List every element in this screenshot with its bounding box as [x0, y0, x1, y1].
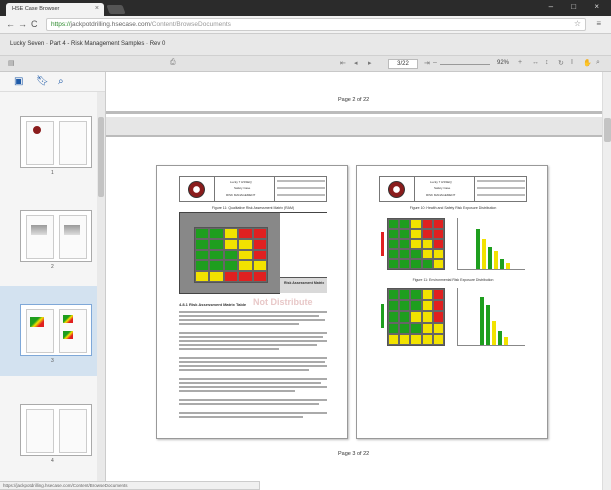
env-risk-matrix	[387, 288, 445, 346]
previous-page-bottom: Page 2 of 22	[106, 72, 602, 114]
page-caption-current: Page 3 of 22	[338, 451, 370, 457]
next-page-icon[interactable]: ▸	[368, 59, 372, 67]
sidebar-scroll-thumb[interactable]	[98, 117, 104, 197]
browser-menu-icon[interactable]: ≡	[596, 19, 601, 28]
header-sub1: Safety Case	[434, 186, 451, 190]
header-sub2: RISK MANAGEMENT	[226, 193, 256, 197]
url-path: /Content/BrowseDocuments	[150, 21, 231, 28]
zoom-out-icon[interactable]: –	[433, 59, 437, 66]
fit-width-icon[interactable]: ↔	[532, 59, 539, 66]
status-bar-url: https://jackpotdrilling.hsecase.com/Cont…	[0, 481, 260, 490]
hand-tool-icon[interactable]: ✋	[583, 59, 592, 67]
thumbnail-sidebar: ▣ 🔖︎ ⌕ 1 2 3 4	[0, 72, 106, 490]
browser-tab[interactable]: HSE Case Browser ×	[6, 3, 104, 16]
new-tab-button[interactable]	[106, 5, 126, 14]
tab-title: HSE Case Browser	[12, 6, 60, 12]
bookmark-icon[interactable]: 🔖︎	[36, 76, 49, 87]
url-input[interactable]: https://jackpotdrilling.hsecase.com/Cont…	[46, 18, 586, 31]
url-host: jackpotdrilling.hsecase.com	[70, 21, 150, 28]
matrix-axis-label	[381, 232, 384, 256]
hs-bar-chart	[457, 218, 525, 270]
thumbnail-label-3: 3	[51, 358, 54, 364]
thumbnail-page-3[interactable]	[20, 304, 92, 356]
address-bar-row: ← → C https://jackpotdrilling.hsecase.co…	[0, 16, 611, 34]
figure-caption-left: Figure 11: Qualitative Risk Assessment M…	[211, 206, 295, 210]
thumbnail-label-2: 2	[51, 264, 54, 270]
header-sub2: RISK MANAGEMENT	[426, 193, 456, 197]
thumbnail-page-1[interactable]	[20, 116, 92, 168]
watermark-text: Not Distribute	[253, 297, 313, 307]
browser-tab-strip: HSE Case Browser × – □ ×	[0, 0, 611, 16]
reload-icon[interactable]: C	[31, 19, 38, 29]
url-scheme: https://	[51, 21, 71, 28]
page-number-input[interactable]: 3/22	[388, 59, 418, 69]
image-icon[interactable]: ▣	[14, 76, 23, 87]
header-sub1: Safety Case	[234, 186, 251, 190]
header-company: Lucky 7 HSSEQ	[430, 180, 452, 184]
search-doc-icon[interactable]: ⌕	[596, 59, 600, 67]
figure-caption-1: Figure 10: Health and Safety Risk Exposu…	[409, 206, 497, 210]
figure-caption-2: Figure 11: Environmental Risk Exposure D…	[412, 278, 494, 282]
env-bar-chart	[457, 288, 525, 346]
forward-icon[interactable]: →	[18, 19, 27, 29]
document-page-right: Lucky 7 HSSEQ Safety Case RISK MANAGEMEN…	[356, 165, 548, 439]
zoom-in-icon[interactable]: +	[518, 59, 522, 66]
risk-matrix-table: Risk Assessment Matrix	[179, 212, 327, 294]
viewer-scrollbar[interactable]	[602, 72, 611, 490]
select-tool-icon[interactable]: I	[571, 59, 573, 66]
page-caption-previous: Page 2 of 22	[338, 97, 370, 103]
fit-page-icon[interactable]: ↕	[545, 59, 549, 66]
document-title: Lucky Seven · Part 4 - Risk Management S…	[10, 41, 166, 47]
viewer-scroll-thumb[interactable]	[604, 118, 611, 142]
thumbnail-page-2[interactable]	[20, 210, 92, 262]
header-company: Lucky 7 HSSEQ	[230, 180, 252, 184]
tab-close-icon[interactable]: ×	[95, 5, 99, 12]
document-viewer[interactable]: Page 2 of 22 Lucky 7 HSSEQ Safety Case R…	[106, 72, 611, 490]
print-icon[interactable]: ⎙	[170, 59, 176, 67]
prev-page-icon[interactable]: ◂	[354, 59, 358, 67]
thumbnail-page-4[interactable]	[20, 404, 92, 456]
sidebar-tools: ▣ 🔖︎ ⌕	[0, 72, 105, 92]
thumbnail-label-1: 1	[51, 170, 54, 176]
page-header-left: Lucky 7 HSSEQ Safety Case RISK MANAGEMEN…	[179, 176, 327, 202]
matrix-axis-label	[381, 304, 384, 328]
window-controls[interactable]: – □ ×	[549, 2, 607, 11]
hs-risk-matrix	[387, 218, 445, 270]
zoom-slider[interactable]	[440, 64, 490, 65]
zoom-level[interactable]: 92%	[497, 60, 509, 66]
back-icon[interactable]: ←	[6, 19, 15, 29]
search-icon[interactable]: ⌕	[58, 76, 64, 87]
company-logo	[188, 181, 205, 198]
section-heading: 4.8.1 Risk Assessment Matrix Table	[179, 302, 247, 307]
last-page-icon[interactable]: ⇥	[424, 59, 430, 67]
first-page-icon[interactable]: ⇤	[340, 59, 346, 67]
company-logo	[388, 181, 405, 198]
sidebar-toggle-icon[interactable]: ▤	[8, 59, 15, 67]
viewer-toolbar: ▤ ⎙ ⇤ ◂ ▸ 3/22 ⇥ – 92% + ↔ ↕ ↻ I ✋ ⌕	[0, 56, 611, 72]
thumbnail-label-4: 4	[51, 458, 54, 464]
risk-matrix-grid	[194, 227, 268, 283]
rotate-icon[interactable]: ↻	[558, 59, 564, 67]
bookmark-star-icon[interactable]: ☆	[574, 19, 581, 28]
page-gap	[106, 117, 602, 137]
document-page-left: Lucky 7 HSSEQ Safety Case RISK MANAGEMEN…	[156, 165, 348, 439]
document-title-bar: Lucky Seven · Part 4 - Risk Management S…	[0, 34, 611, 56]
page-header-right: Lucky 7 HSSEQ Safety Case RISK MANAGEMEN…	[379, 176, 527, 202]
matrix-side-label: Risk Assessment Matrix	[284, 281, 325, 285]
sidebar-scrollbar[interactable]	[97, 92, 105, 488]
